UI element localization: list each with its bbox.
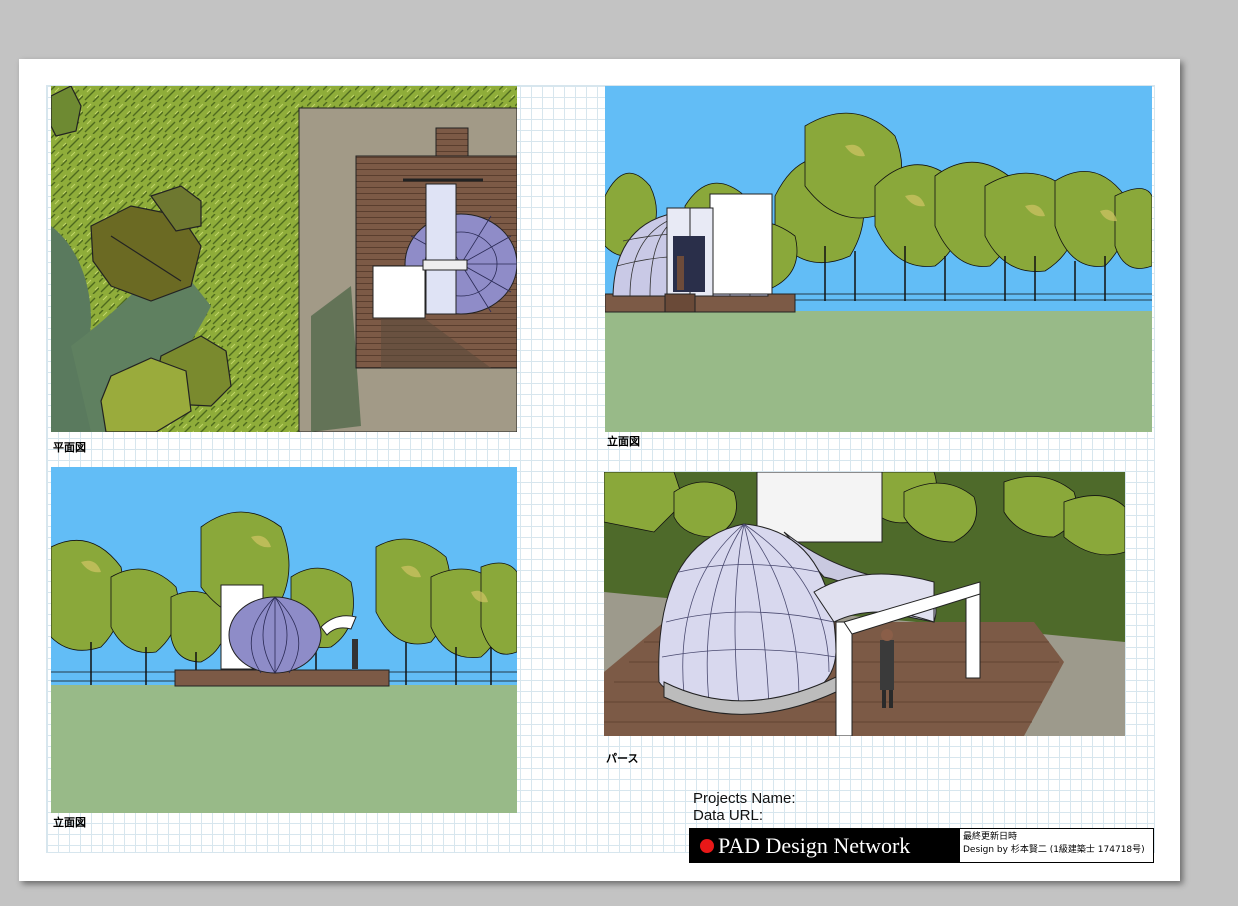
elevation-view-left-image: [51, 467, 517, 813]
project-name-label: Projects Name:: [693, 790, 796, 807]
perspective-caption: パース: [606, 752, 639, 765]
title-block-info: 最終更新日時 Design by 杉本賢二 (1級建築士 174718号): [960, 829, 1153, 862]
last-updated-label: 最終更新日時: [963, 832, 1018, 842]
elevation-view-right-image: [605, 86, 1152, 432]
elevation-left-caption: 立面図: [53, 816, 86, 829]
brand-logo: PAD Design Network: [690, 829, 960, 862]
design-by-label: Design by 杉本賢二 (1級建築士 174718号): [963, 845, 1145, 855]
brand-name: PAD Design Network: [718, 832, 911, 858]
data-url-label: Data URL:: [693, 807, 764, 824]
elevation-right-caption: 立面図: [607, 435, 640, 448]
project-info: Projects Name: Data URL:: [693, 790, 796, 824]
perspective-view-image: [604, 472, 1125, 736]
plan-view-image: [51, 86, 517, 432]
drawing-sheet: 平面図 立面図 立面図 パース Projects Name: Data URL:…: [19, 59, 1180, 881]
brand-dot-icon: [700, 838, 714, 853]
title-block: PAD Design Network 最終更新日時 Design by 杉本賢二…: [689, 828, 1154, 863]
plan-view-caption: 平面図: [53, 441, 86, 454]
